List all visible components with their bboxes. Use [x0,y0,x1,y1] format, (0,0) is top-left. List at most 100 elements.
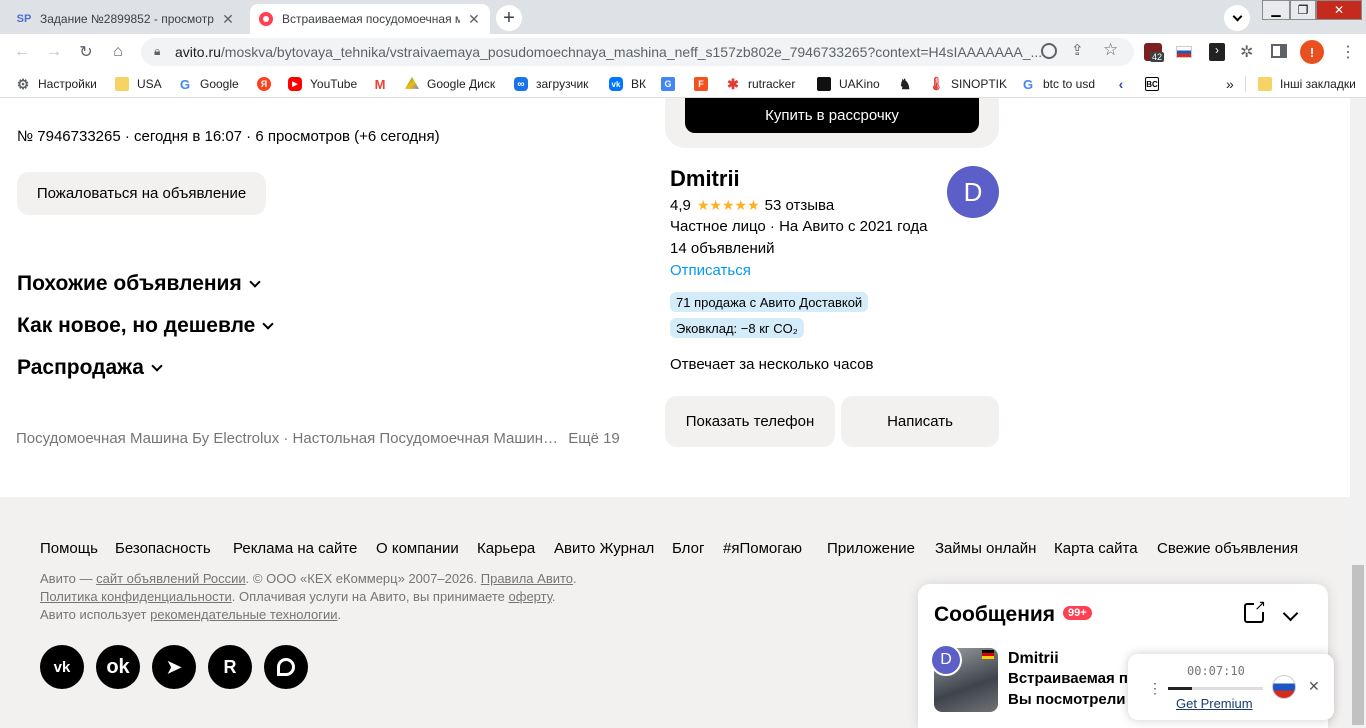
player-progress[interactable] [1168,687,1263,690]
footer-link-sitemap[interactable]: Карта сайта [1054,540,1138,557]
bookmark-btc[interactable]: Gbtc to usd [1021,76,1095,92]
installment-button[interactable]: Купить в рассрочку [685,98,979,133]
blocked-icon[interactable] [1041,43,1057,59]
show-phone-button[interactable]: Показать телефон [665,396,835,447]
write-button[interactable]: Написать [841,396,999,447]
bookmark-other[interactable]: Інші закладки [1258,76,1356,92]
bookmark-vk[interactable]: vk ВК [609,76,646,92]
messages-title[interactable]: Сообщения [934,603,1055,627]
footer-link-journal[interactable]: Авито Журнал [554,540,654,557]
footer-link-help-tag[interactable]: #яПомогаю [723,540,802,557]
chat-preview[interactable]: Вы посмотрели [1008,691,1125,708]
share-icon[interactable]: ⇪ [1071,41,1084,59]
extensions-puzzle-icon[interactable]: ✲ [1240,42,1253,62]
close-tab-icon[interactable]: ✕ [220,11,236,28]
bookmark-drive[interactable]: Google Диск [405,76,495,92]
bookmark-gmail[interactable]: M [373,76,395,92]
open-external-icon[interactable]: ↗ [1244,598,1266,623]
reload-icon[interactable]: ↻ [74,40,98,64]
chess-icon: ♞ [898,75,912,92]
chat-subject[interactable]: Встраиваемая п [1008,670,1128,687]
bookmark-downloader[interactable]: ∞ загрузчик [514,76,588,92]
bookmark-arrow[interactable]: ‹ [1114,76,1136,92]
offer-link[interactable]: оферту [509,589,552,604]
unsubscribe-link[interactable]: Отписаться [670,262,751,279]
scrollbar-thumb[interactable] [1352,565,1364,725]
menu-kebab-icon[interactable]: ⋮ [1340,42,1356,62]
recommendation-link[interactable]: рекомендательные технологии [150,607,337,622]
report-button[interactable]: Пожаловаться на объявление [17,172,266,215]
footer-link-help[interactable]: Помощь [40,540,98,557]
close-icon[interactable]: ✕ [1308,678,1320,695]
footer-link-about[interactable]: О компании [376,540,459,557]
gear-icon: ⚙ [16,75,30,92]
section-similar[interactable]: Похожие объявления [17,272,261,296]
bookmark-yandex[interactable]: Я [257,76,279,92]
footer-link-fresh[interactable]: Свежие объявления [1157,540,1298,557]
restore-icon[interactable]: ❐ [1290,0,1316,20]
get-premium-link[interactable]: Get Premium [1176,696,1253,711]
seller-type: Частное лицо · На Авито с 2021 года [670,218,928,235]
footer-link-safety[interactable]: Безопасность [115,540,211,557]
footer-link-career[interactable]: Карьера [477,540,535,557]
seller-name[interactable]: Dmitrii [670,166,740,192]
section-like-new[interactable]: Как новое, но дешевле [17,314,275,338]
related-links[interactable]: Посудомоечная Машина Бу Electrolux · Нас… [16,430,558,447]
forward-icon[interactable]: → [42,40,66,64]
extension-ublock-icon[interactable]: 42 [1144,43,1165,62]
russia-flag-icon[interactable] [1272,675,1296,699]
page-scrollbar[interactable] [1350,98,1366,728]
classifieds-link[interactable]: сайт объявлений России [96,571,246,586]
extension-ru-flag-icon[interactable] [1176,46,1192,58]
footer-link-ads[interactable]: Реклама на сайте [233,540,357,557]
bookmark-usa[interactable]: USA [115,76,162,92]
rutube-icon[interactable]: R [208,645,252,689]
new-tab-button[interactable]: + [496,5,522,31]
rules-link[interactable]: Правила Авито [481,571,573,586]
star-icon[interactable]: ☆ [1103,40,1118,60]
bookmark-google[interactable]: G Google [178,76,239,92]
player-timer: 00:07:10 [1187,664,1245,678]
close-tab-icon[interactable]: ✕ [466,11,482,28]
seller-ads-count[interactable]: 14 объявлений [670,240,775,257]
bookmark-sinoptik[interactable]: 🌡︎ SINOPTIK [928,76,1007,92]
chat-thumbnail[interactable]: D [930,644,998,712]
bookmark-uakino[interactable]: UAKino [817,76,880,92]
bookmark-youtube[interactable]: ▶ YouTube [288,76,357,92]
chat-sender[interactable]: Dmitrii [1008,650,1059,668]
vk-icon[interactable]: vk [40,645,84,689]
home-icon[interactable]: ⌂ [106,40,130,64]
footer-link-loans[interactable]: Займы онлайн [935,540,1036,557]
bookmark-rutracker[interactable]: ✱ rutracker [726,76,795,92]
footer-link-app[interactable]: Приложение [827,540,915,557]
section-sale[interactable]: Распродажа [17,356,163,380]
bookmark-chess[interactable]: ♞ [898,76,920,92]
side-panel-icon[interactable] [1271,44,1287,58]
translate-icon: G [661,77,675,91]
close-window-icon[interactable]: ✕ [1316,0,1362,20]
bookmark-translate[interactable]: G [661,76,683,92]
ok-icon[interactable]: ok [96,645,140,689]
bookmark-settings[interactable]: ⚙ Настройки [16,76,97,92]
profile-avatar[interactable]: ! [1300,40,1324,64]
collapse-chevron-icon[interactable] [1282,605,1299,624]
footer-link-blog[interactable]: Блог [672,540,704,557]
bookmark-f[interactable]: F [694,76,716,92]
privacy-link[interactable]: Политика конфиденциальности [40,589,232,604]
extension-arrow-icon[interactable]: › [1209,43,1225,61]
more-link[interactable]: Ещё 19 [568,430,620,447]
tab-task[interactable]: SP Задание №2899852 - просмотр ✕ [8,4,244,34]
reviews-link[interactable]: 53 отзыва [765,197,835,214]
address-bar[interactable]: 🔒︎ avito.ru/moskva/bytovaya_tehnika/vstr… [141,38,1134,66]
rutracker-icon: ✱ [727,75,739,92]
player-menu-icon[interactable]: ⋮ [1148,680,1162,697]
bookmark-bc[interactable]: BC [1145,76,1167,92]
telegram-icon[interactable]: ➤ [152,645,196,689]
minimize-icon[interactable]: ▁ [1262,0,1290,20]
tab-search-button[interactable] [1224,5,1250,31]
back-icon[interactable]: ← [10,40,34,64]
dzen-icon[interactable] [264,645,308,689]
seller-avatar[interactable]: D [947,166,999,218]
bookmarks-overflow[interactable]: » [1226,76,1234,92]
tab-avito[interactable]: Встраиваемая посудомоечная м ✕ [250,4,490,34]
